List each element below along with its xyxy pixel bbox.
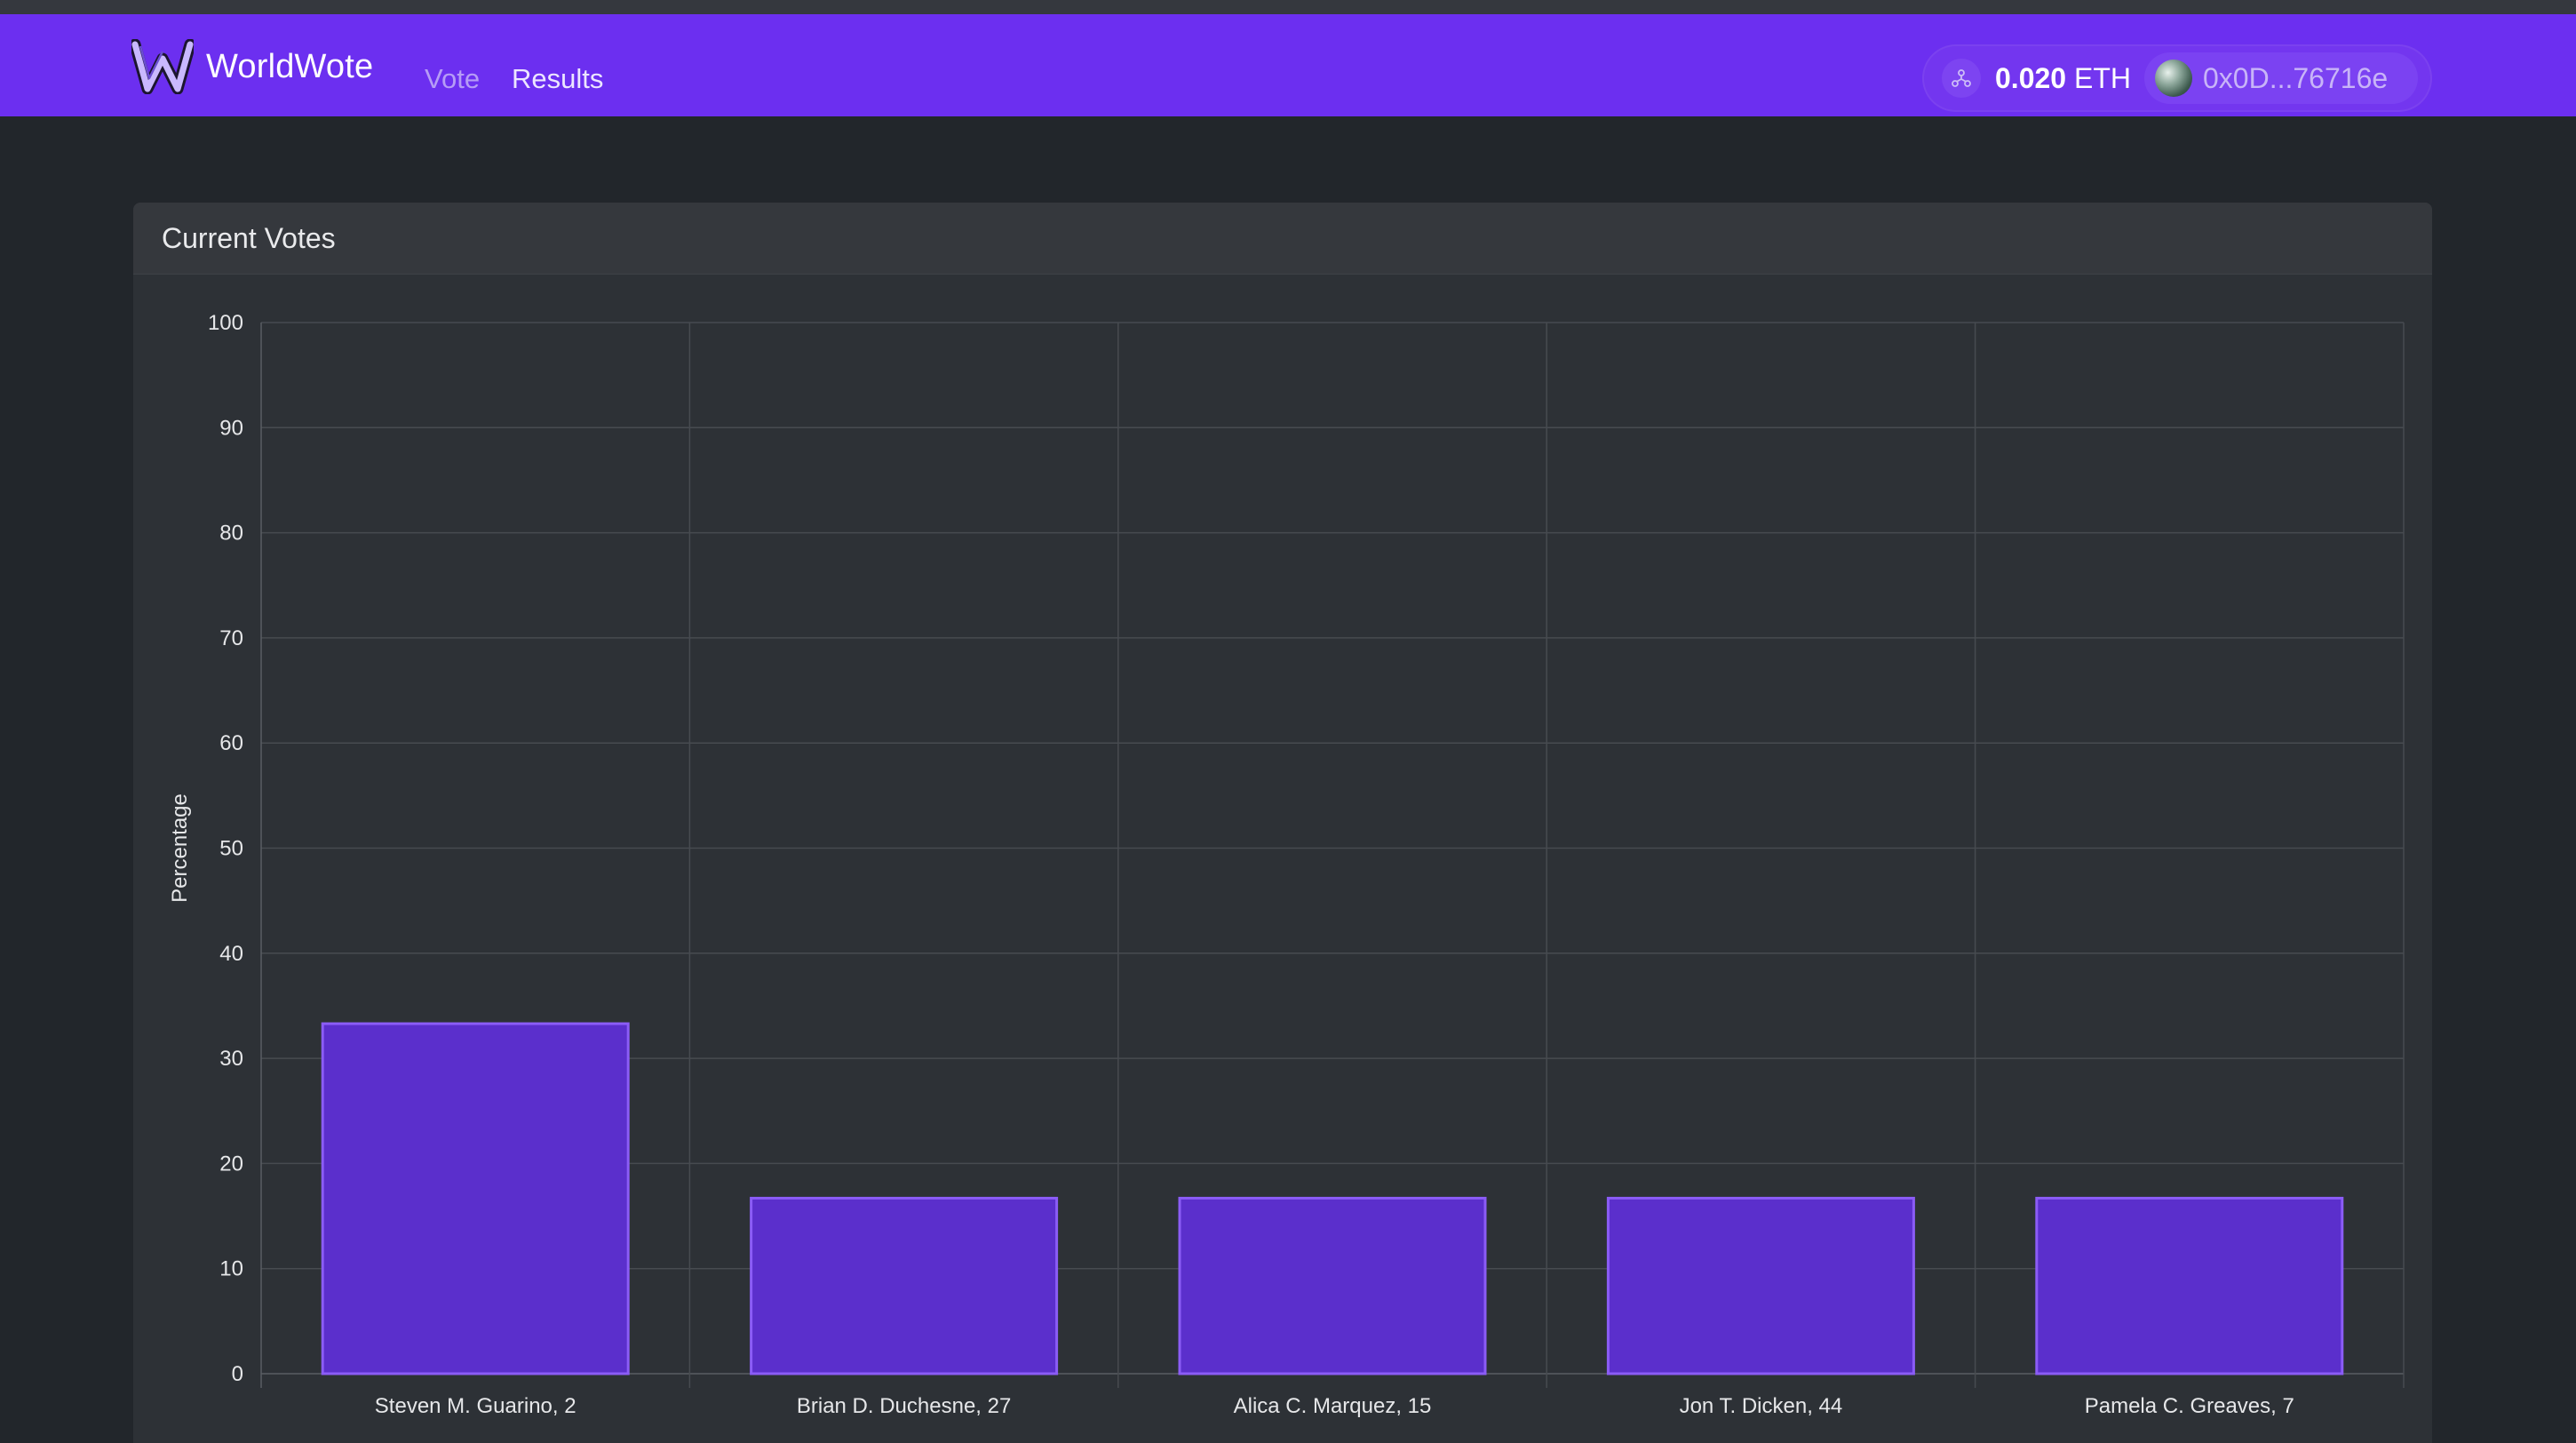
y-tick-label: 20	[219, 1152, 243, 1176]
account-button[interactable]: 0x0D...76716e	[2144, 52, 2418, 104]
y-tick-label: 30	[219, 1047, 243, 1071]
y-tick-label: 0	[232, 1362, 243, 1386]
window-top-strip	[0, 0, 2576, 14]
bar[interactable]	[1606, 1196, 1915, 1375]
y-tick-label: 80	[219, 522, 243, 546]
brand[interactable]: WorldWote	[131, 39, 373, 94]
y-axis-title: Percentage	[168, 793, 192, 903]
account-avatar	[2155, 60, 2192, 97]
balance-unit: ETH	[2073, 62, 2131, 94]
y-tick-label: 100	[208, 311, 243, 335]
current-votes-card: Current Votes 0 10 20 30 40 50 60 70 80 90 100 Perc…	[133, 203, 2432, 1443]
wallet-widget: 0.020 ETH 0x0D...76716e	[1922, 44, 2432, 112]
worldwote-logo-icon	[131, 39, 194, 94]
bar[interactable]	[750, 1196, 1059, 1375]
eth-balance: 0.020 ETH	[1995, 62, 2131, 94]
y-tick-label: 60	[219, 731, 243, 755]
x-tick-label: Brian D. Duchesne, 27	[797, 1394, 1011, 1418]
navbar: WorldWote Vote Results 0.020 ETH 0x0D...…	[0, 14, 2576, 116]
y-tick-label: 90	[219, 416, 243, 440]
bar[interactable]	[321, 1022, 630, 1375]
y-tick-label: 40	[219, 942, 243, 966]
wallet-address: 0x0D...76716e	[2203, 62, 2389, 94]
balance-value: 0.020	[1995, 62, 2067, 94]
nav-vote-link[interactable]: Vote	[425, 63, 480, 95]
y-tick-label: 50	[219, 837, 243, 861]
brand-name: WorldWote	[206, 47, 374, 85]
x-tick-label: Steven M. Guarino, 2	[375, 1394, 576, 1418]
nav-results-link[interactable]: Results	[512, 63, 603, 95]
y-tick-label: 10	[219, 1257, 243, 1281]
x-tick-label: Pamela C. Greaves, 7	[2085, 1394, 2294, 1418]
votes-bar-chart: 0 10 20 30 40 50 60 70 80 90 100 Percentage Steven M…	[168, 311, 2405, 1418]
y-tick-label: 70	[219, 626, 243, 650]
x-tick-label: Alica C. Marquez, 15	[1234, 1394, 1432, 1418]
network-icon[interactable]	[1942, 59, 1981, 98]
bar[interactable]	[1178, 1196, 1487, 1375]
bar[interactable]	[2035, 1196, 2344, 1375]
x-tick-label: Jon T. Dicken, 44	[1680, 1394, 1843, 1418]
